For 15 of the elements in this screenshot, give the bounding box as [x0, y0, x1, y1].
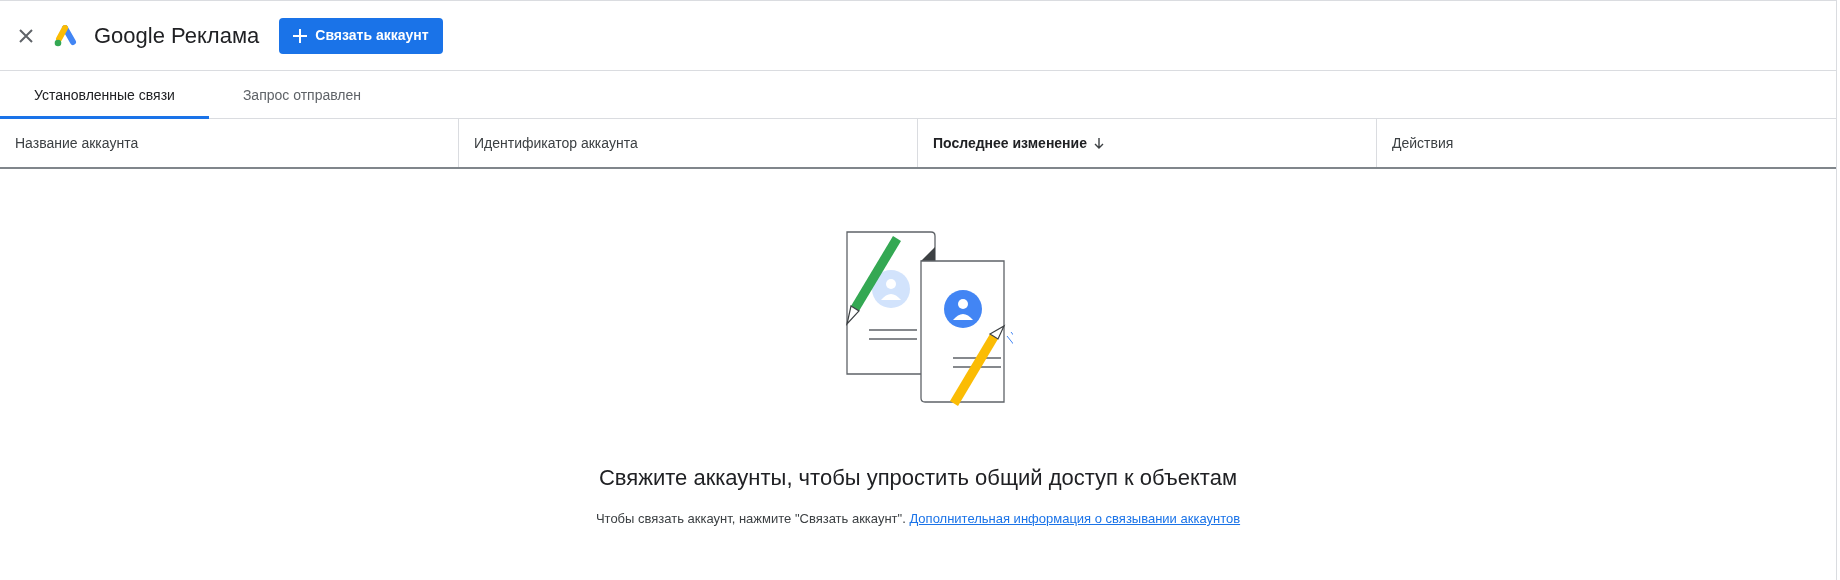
tab[interactable]: Установленные связи — [0, 71, 209, 119]
column-header[interactable]: Последнее изменение — [933, 132, 1087, 154]
sort-down-icon[interactable] — [1092, 137, 1105, 149]
close-icon[interactable] — [19, 28, 33, 43]
logo-icon — [53, 24, 77, 47]
plus-icon — [293, 28, 308, 43]
learn-more-link[interactable]: Дополнительная информация о связывании аккаунтов — [909, 511, 1241, 526]
empty-state-heading: Свяжите аккаунты, чтобы упростить общий доступ к объектам — [598, 464, 1237, 492]
app-title: Google Реклама — [94, 22, 260, 50]
link-account-button[interactable]: Связать аккаунт — [279, 17, 443, 54]
column-header[interactable]: Название аккаунта — [15, 132, 139, 154]
tab[interactable]: Запрос отправлен — [208, 71, 396, 119]
column-header[interactable]: Идентификатор аккаунта — [474, 132, 638, 154]
column-header[interactable]: Действия — [1392, 132, 1454, 154]
empty-state-text: Чтобы связать аккаунт, нажмите "Связать аккаунт". Дополнительная информация о связывании аккаунтов — [595, 510, 1241, 528]
